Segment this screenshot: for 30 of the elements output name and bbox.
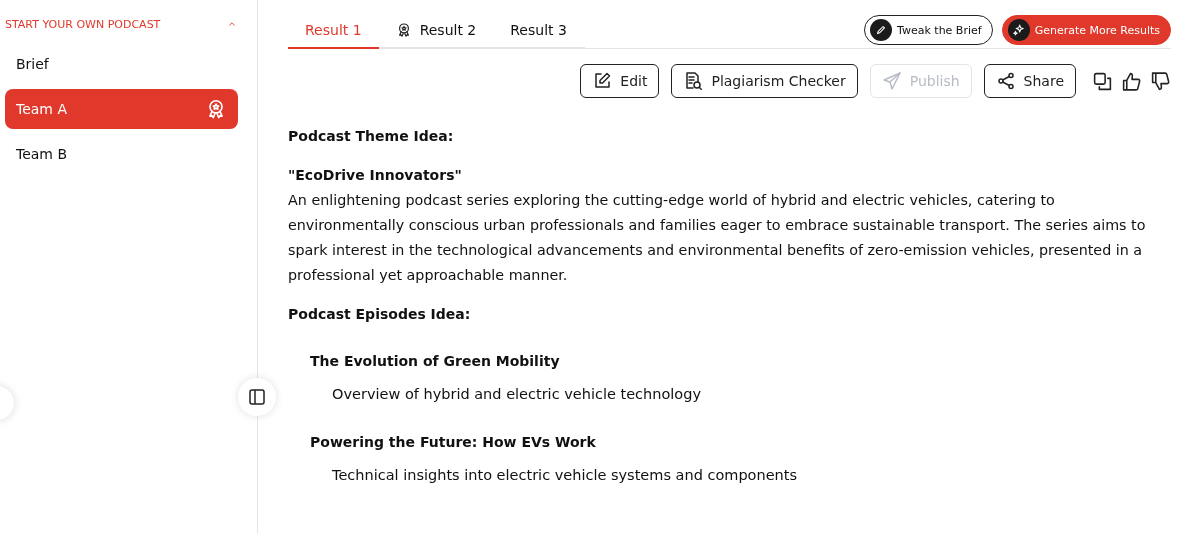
sidebar-toggle-button[interactable]	[238, 378, 276, 416]
tab[interactable]: Result 1	[288, 13, 379, 49]
thumbs-up-icon[interactable]	[1121, 70, 1142, 92]
episode-title: Powering the Future: How EVs Work	[309, 433, 597, 452]
podcast-title: "EcoDrive Innovators"	[288, 166, 463, 185]
sparkle-icon	[1011, 23, 1026, 37]
episode-description: Overview of hybrid and electric vehicle technology	[331, 385, 702, 404]
tweak-button[interactable]: Tweak the Brief	[864, 15, 993, 45]
section-heading: Podcast Episodes Idea:	[288, 305, 472, 324]
tab[interactable]: Result 3	[493, 13, 585, 49]
section-title: START YOUR OWN PODCAST	[5, 17, 161, 31]
episode-description: Technical insights into electric vehicle systems and components	[331, 466, 799, 485]
sidebar-item[interactable]: Brief	[5, 44, 238, 84]
document-search-icon	[683, 71, 704, 91]
document-search-button[interactable]: Plagiarism Checker	[671, 64, 858, 98]
send-icon	[881, 71, 902, 91]
share-icon	[995, 71, 1016, 91]
description-paragraph: An enlightening podcast series exploring the cutting-edge world of hybrid and electric vehicles, catering to environmentally conscious urban professionals and families eager to embrace sustainable transport. The series aims to spark interest in the technological advancements and environmental benefits of zero-emission vehicles, presented in a professional yet approachable manner.	[288, 191, 1147, 285]
edit-button[interactable]: Edit	[580, 64, 660, 98]
copy-icon[interactable]	[1092, 70, 1113, 92]
share-button[interactable]: Share	[983, 64, 1076, 98]
edit-icon	[592, 71, 613, 91]
generate-button[interactable]: Generate More Results	[1001, 15, 1171, 45]
episode-title: The Evolution of Green Mobility	[309, 352, 561, 371]
sidebar-item[interactable]: Team B	[5, 134, 238, 174]
tab[interactable]: Result 2	[378, 13, 494, 49]
sidebar-icon	[248, 388, 266, 406]
thumbs-down-icon[interactable]	[1150, 70, 1171, 92]
section-heading: Podcast Theme Idea:	[288, 127, 455, 146]
sidebar-item[interactable]: Team A	[5, 89, 238, 129]
